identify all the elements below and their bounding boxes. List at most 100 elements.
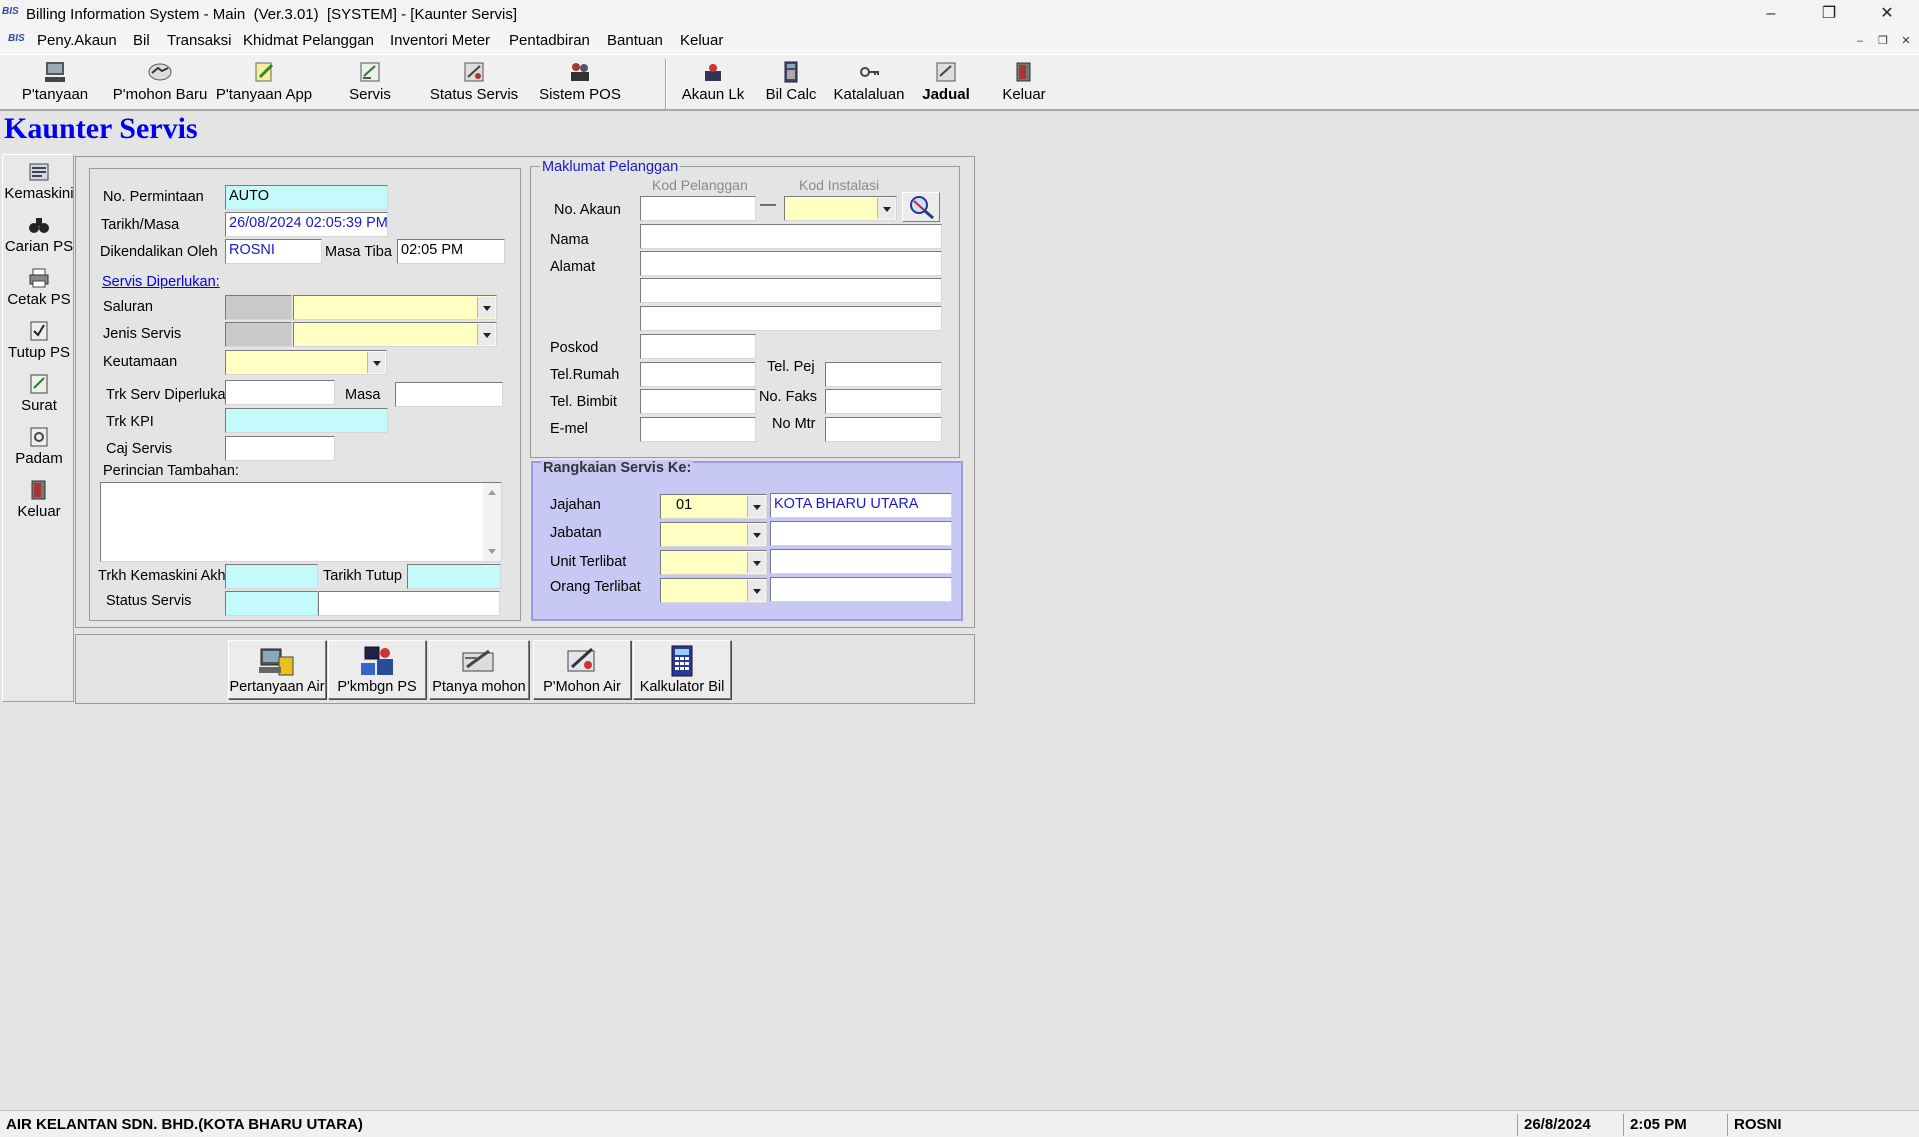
chevron-down-icon[interactable] [877,198,895,219]
chevron-down-icon[interactable] [747,496,765,517]
pertanyaan-air-button[interactable]: Pertanyaan Air [228,640,326,699]
pmohon-air-button[interactable]: P'Mohon Air [533,640,631,699]
saluran-code-field[interactable] [225,295,292,320]
nama-field[interactable] [640,224,942,249]
menu-transaksi[interactable]: Transaksi [167,32,231,49]
chevron-down-icon[interactable] [747,552,765,573]
mdi-close-icon[interactable]: ✕ [1898,34,1914,48]
tarikh-masa-field[interactable]: 26/08/2024 02:05:39 PM [225,212,388,237]
no-faks-field[interactable] [825,389,942,414]
chevron-down-icon[interactable] [477,297,495,318]
toolbar-bil-calc-button[interactable]: Bil Calc [762,61,820,103]
no-mtr-field[interactable] [825,417,942,442]
jabatan-name-field[interactable] [770,521,952,546]
jabatan-dropdown[interactable] [660,522,767,547]
left-kemaskini-button[interactable]: Kemaskini [3,161,75,202]
chevron-down-icon[interactable] [367,352,385,373]
toolbar-ptanyaan-button[interactable]: P'tanyaan [20,61,90,103]
orang-terlibat-name-field[interactable] [770,577,952,602]
pkmbgn-ps-button[interactable]: P'kmbgn PS [328,640,426,699]
caj-servis-field[interactable] [225,436,335,461]
left-keluar-button[interactable]: Keluar [3,479,75,520]
menu-inventori-meter[interactable]: Inventori Meter [390,32,490,49]
mdi-child-icon[interactable]: BIS [8,33,25,44]
menu-peny-akaun[interactable]: Peny.Akaun [37,32,117,49]
mdi-minimize-icon[interactable]: – [1852,34,1868,48]
toolbar-status-servis-button[interactable]: Status Servis [428,61,520,103]
delete-doc-icon [30,427,48,447]
service-form-icon [360,62,380,82]
toolbar-ptanyaan-app-button[interactable]: P'tanyaan App [214,61,314,103]
saluran-dropdown[interactable] [293,295,497,320]
alamat-line1-field[interactable] [640,251,942,276]
unit-terlibat-dropdown[interactable] [660,550,767,575]
menu-pentadbiran[interactable]: Pentadbiran [509,32,590,49]
application-inquiry-icon [462,649,494,672]
toolbar-keluar-button[interactable]: Keluar [1000,61,1048,103]
menu-bil[interactable]: Bil [133,32,150,49]
tel-rumah-field[interactable] [640,362,756,387]
trk-serv-diperlukan-field[interactable] [225,380,335,405]
dikendalikan-oleh-field[interactable]: ROSNI [225,239,322,264]
toolbar-label: Keluar [1002,86,1046,103]
trk-kpi-field[interactable] [225,408,388,433]
orang-terlibat-dropdown[interactable] [660,578,767,603]
tarikh-tutup-field[interactable] [407,564,501,589]
tel-bimbit-field[interactable] [640,389,756,414]
jenis-servis-code-field[interactable] [225,322,292,347]
menu-bantuan[interactable]: Bantuan [607,32,663,49]
trkh-kemaskini-akhir-label: Trkh Kemaskini Akhir [98,568,234,584]
jajahan-dropdown[interactable]: 01 [660,494,767,519]
perincian-tambahan-textarea[interactable] [100,482,502,562]
toolbar-servis-button[interactable]: Servis [346,61,394,103]
toolbar-akaun-lk-button[interactable]: Akaun Lk [680,61,746,103]
ptanya-mohon-button[interactable]: Ptanya mohon [429,640,529,699]
toolbar-katalaluan-button[interactable]: Katalaluan [830,61,908,103]
mdi-restore-icon[interactable]: ❐ [1875,34,1891,48]
close-icon[interactable]: ✕ [1864,0,1910,28]
search-account-button[interactable] [902,192,940,222]
poskod-field[interactable] [640,334,756,359]
unit-terlibat-name-field[interactable] [770,549,952,574]
scroll-up-icon[interactable] [488,490,496,495]
jajahan-name-field[interactable]: KOTA BHARU UTARA [770,493,952,518]
toolbar-sistem-pos-button[interactable]: Sistem POS [536,61,624,103]
chevron-down-icon[interactable] [747,524,765,545]
textarea-scrollbar[interactable] [483,483,501,561]
chevron-down-icon[interactable] [477,324,495,345]
menu-khidmat-pelanggan[interactable]: Khidmat Pelanggan [243,32,374,49]
no-mtr-label: No Mtr [772,416,816,432]
kalkulator-bil-button[interactable]: Kalkulator Bil [633,640,731,699]
alamat-line3-field[interactable] [640,306,942,331]
trkh-kemaskini-akhir-field[interactable] [225,564,318,589]
masa-tiba-field[interactable]: 02:05 PM [397,239,505,264]
servis-diperlukan-link[interactable]: Servis Diperlukan: [102,274,220,290]
minimize-icon[interactable]: – [1748,0,1794,28]
binoculars-icon [29,218,49,233]
kod-pelanggan-field[interactable] [640,196,756,221]
left-padam-button[interactable]: Padam [3,426,75,467]
status-servis-code-field[interactable] [225,591,318,616]
tel-pej-field[interactable] [825,362,942,387]
status-servis-desc-field[interactable] [318,591,500,616]
chevron-down-icon[interactable] [747,580,765,601]
toolbar-pmohon-baru-button[interactable]: P'mohon Baru [110,61,210,103]
kod-instalasi-dropdown[interactable] [784,196,897,221]
restore-icon[interactable]: ❐ [1806,0,1852,28]
scroll-down-icon[interactable] [488,549,496,554]
keutamaan-dropdown[interactable] [225,350,387,375]
jenis-servis-dropdown[interactable] [293,322,497,347]
emel-field[interactable] [640,417,756,442]
no-faks-label: No. Faks [759,389,818,405]
no-permintaan-field[interactable]: AUTO [225,185,388,210]
left-tutup-ps-button[interactable]: Tutup PS [3,320,75,361]
left-carian-ps-button[interactable]: Carian PS [3,214,75,255]
toolbar-jadual-button[interactable]: Jadual [922,61,970,103]
left-cetak-ps-button[interactable]: Cetak PS [3,267,75,308]
tarikh-tutup-label: Tarikh Tutup [323,568,402,584]
masa-field[interactable] [395,382,503,407]
menu-keluar[interactable]: Keluar [680,32,723,49]
left-surat-button[interactable]: Surat [3,373,75,414]
alamat-line2-field[interactable] [640,278,942,303]
left-toolbar: Kemaskini Carian PS Cetak PS Tutup PS Su… [2,154,74,702]
